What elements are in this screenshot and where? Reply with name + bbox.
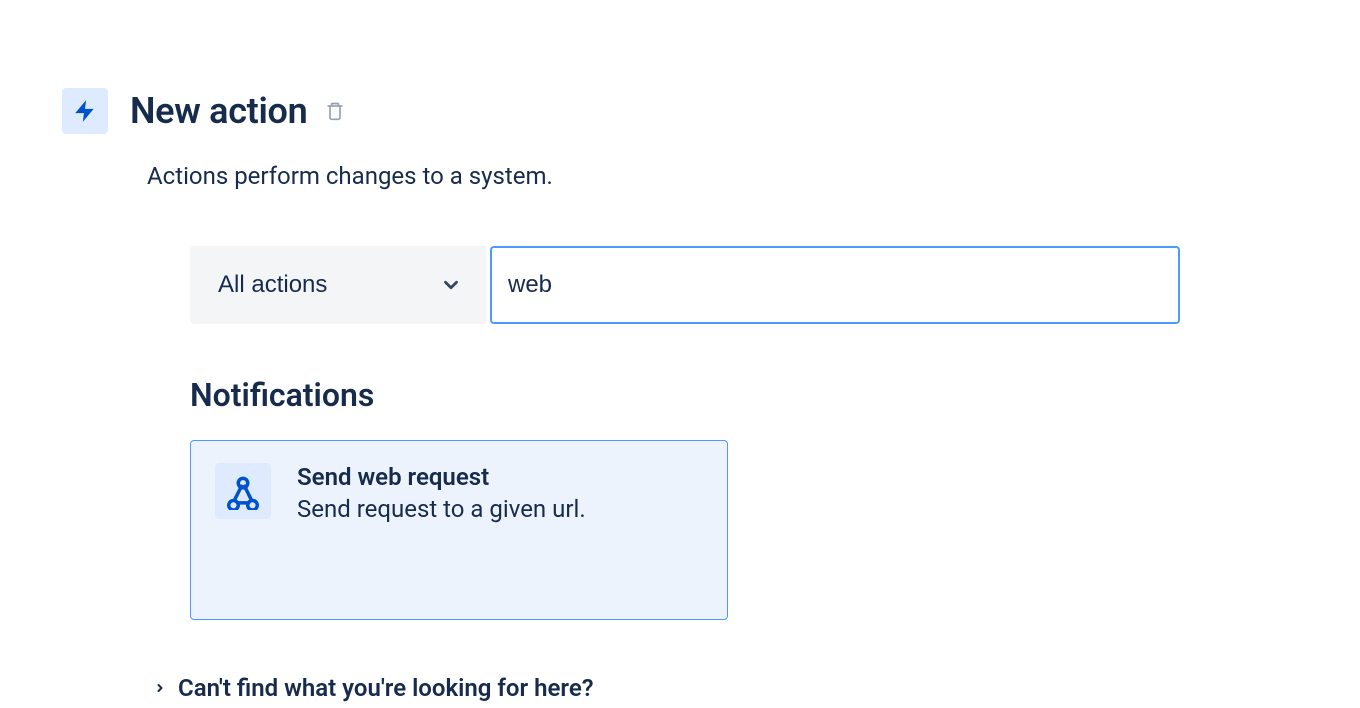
help-text: Can't find what you're looking for here? xyxy=(178,674,594,702)
subtitle: Actions perform changes to a system. xyxy=(147,162,1360,190)
filter-row: All actions xyxy=(190,246,1360,324)
chevron-right-icon xyxy=(154,682,166,694)
chevron-down-icon xyxy=(440,274,462,296)
result-description: Send request to a given url. xyxy=(297,495,586,523)
delete-button[interactable] xyxy=(321,96,349,126)
section-heading: Notifications xyxy=(190,376,1360,414)
action-result-card[interactable]: Send web request Send request to a given… xyxy=(190,440,728,620)
category-dropdown[interactable]: All actions xyxy=(190,246,486,324)
search-input[interactable] xyxy=(490,246,1180,324)
header-row: New action xyxy=(62,88,1360,134)
page-title: New action xyxy=(130,90,307,132)
help-expander[interactable]: Can't find what you're looking for here? xyxy=(154,674,1360,702)
result-title: Send web request xyxy=(297,463,586,491)
webhook-icon xyxy=(215,463,271,519)
dropdown-label: All actions xyxy=(218,271,327,299)
lightning-icon xyxy=(62,88,108,134)
result-text: Send web request Send request to a given… xyxy=(297,463,586,597)
trash-icon xyxy=(325,100,345,122)
